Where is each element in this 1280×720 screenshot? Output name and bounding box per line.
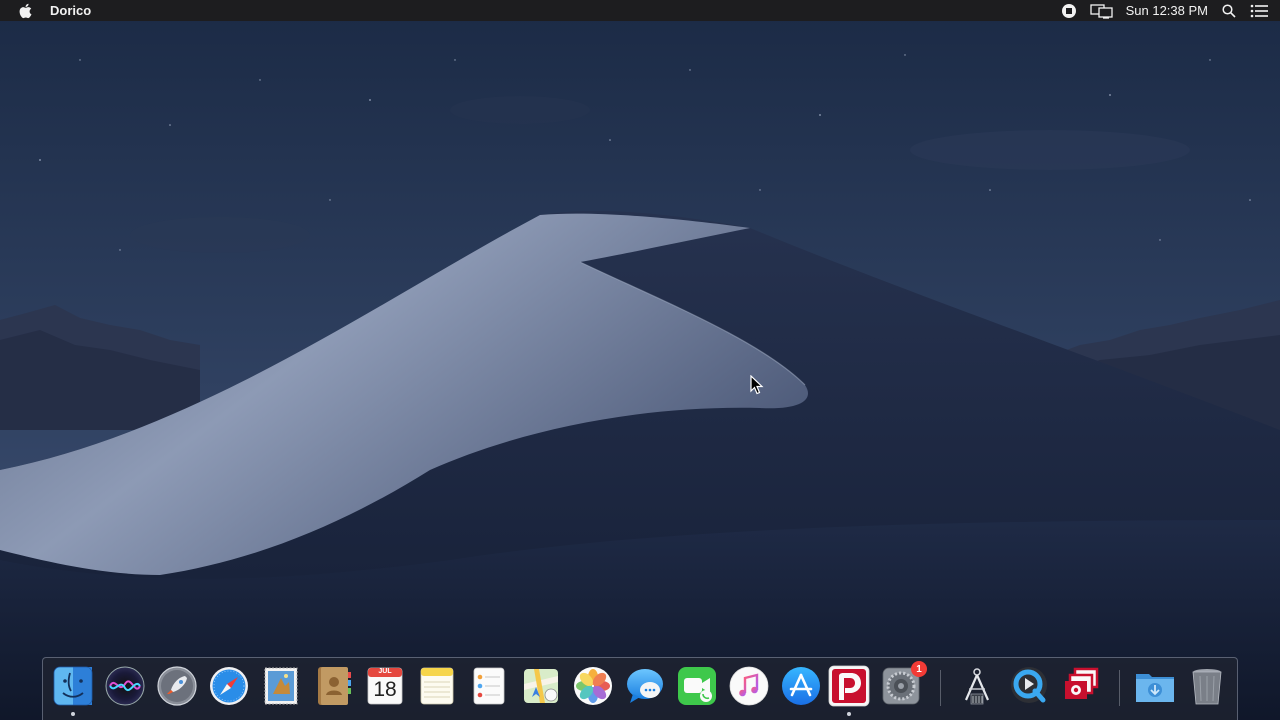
contacts-book-icon[interactable]	[311, 664, 355, 708]
compass-caliper-icon[interactable]	[955, 664, 999, 708]
menu-bar-clock[interactable]: Sun 12:38 PM	[1126, 3, 1208, 18]
menu-bar-status: Sun 12:38 PM	[1060, 3, 1268, 19]
active-app-menu[interactable]: Dorico	[50, 3, 91, 18]
notification-center-icon[interactable]	[1250, 3, 1268, 19]
launchpad-rocket-icon[interactable]	[155, 664, 199, 708]
apple-menu-icon[interactable]	[18, 3, 32, 19]
dock-separator	[1119, 670, 1120, 706]
spotlight-search-icon[interactable]	[1220, 3, 1238, 19]
maps-icon[interactable]	[519, 664, 563, 708]
dorico-icon[interactable]	[827, 664, 871, 716]
mail-stamp-icon[interactable]	[259, 664, 303, 708]
desktop[interactable]: Dorico Sun 12:38 PM JUL 18 1	[0, 0, 1280, 720]
facetime-camera-icon[interactable]	[675, 664, 719, 708]
record-icon[interactable]	[1060, 3, 1078, 19]
mouse-pointer-icon	[750, 375, 764, 395]
calendar-month: JUL	[378, 668, 392, 675]
notification-badge: 1	[911, 661, 927, 677]
safari-compass-icon[interactable]	[207, 664, 251, 708]
running-indicator	[71, 712, 75, 716]
messages-bubble-icon[interactable]	[623, 664, 667, 708]
calendar-day: 18	[373, 678, 397, 701]
trash-icon[interactable]	[1185, 664, 1229, 708]
itunes-note-icon[interactable]	[727, 664, 771, 708]
dock: JUL 18 1	[42, 657, 1238, 720]
mojave-wallpaper	[0, 0, 1280, 720]
menu-bar: Dorico Sun 12:38 PM	[0, 0, 1280, 21]
finder-icon[interactable]	[51, 664, 95, 716]
downloads-folder-icon[interactable]	[1133, 664, 1177, 708]
dock-separator	[940, 670, 941, 706]
reminders-icon[interactable]	[467, 664, 511, 708]
calendar-icon[interactable]: JUL 18	[363, 664, 407, 708]
system-preferences-gear-icon[interactable]: 1	[879, 661, 927, 708]
menu-bar-left: Dorico	[18, 3, 91, 19]
running-indicator	[847, 712, 851, 716]
notes-icon[interactable]	[415, 664, 459, 708]
app-store-icon[interactable]	[779, 664, 823, 708]
siri-icon[interactable]	[103, 664, 147, 708]
quicktime-icon[interactable]	[1007, 664, 1051, 708]
photo-stack-icon[interactable]	[1059, 664, 1103, 708]
display-mirror-icon[interactable]	[1089, 3, 1114, 19]
photos-flower-icon[interactable]	[571, 664, 615, 708]
